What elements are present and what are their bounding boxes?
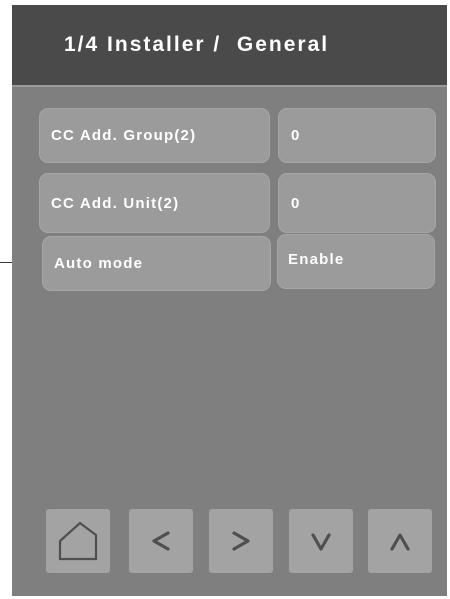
setting-label-cc-add-unit[interactable]: CC Add. Unit(2)	[39, 173, 270, 233]
setting-label-auto-mode[interactable]: Auto mode	[42, 236, 271, 291]
setting-value-cc-add-unit[interactable]: 0	[278, 173, 436, 233]
scroll-down-button[interactable]	[289, 509, 353, 573]
device-screen: 1/4 Installer / General CC Add. Group(2)…	[12, 5, 447, 596]
home-icon	[58, 521, 98, 561]
chevron-left-icon	[152, 531, 170, 551]
home-button[interactable]	[46, 509, 110, 573]
next-button[interactable]	[209, 509, 273, 573]
previous-button[interactable]	[129, 509, 193, 573]
scroll-up-button[interactable]	[368, 509, 432, 573]
setting-label-cc-add-group[interactable]: CC Add. Group(2)	[39, 108, 270, 163]
chevron-right-icon	[232, 531, 250, 551]
setting-value-auto-mode[interactable]: Enable	[277, 234, 435, 289]
chevron-up-icon	[390, 533, 410, 551]
header-bar: 1/4 Installer / General	[12, 5, 447, 87]
setting-value-cc-add-group[interactable]: 0	[278, 108, 436, 163]
page-title: 1/4 Installer / General	[64, 33, 330, 56]
chevron-down-icon	[311, 533, 331, 551]
